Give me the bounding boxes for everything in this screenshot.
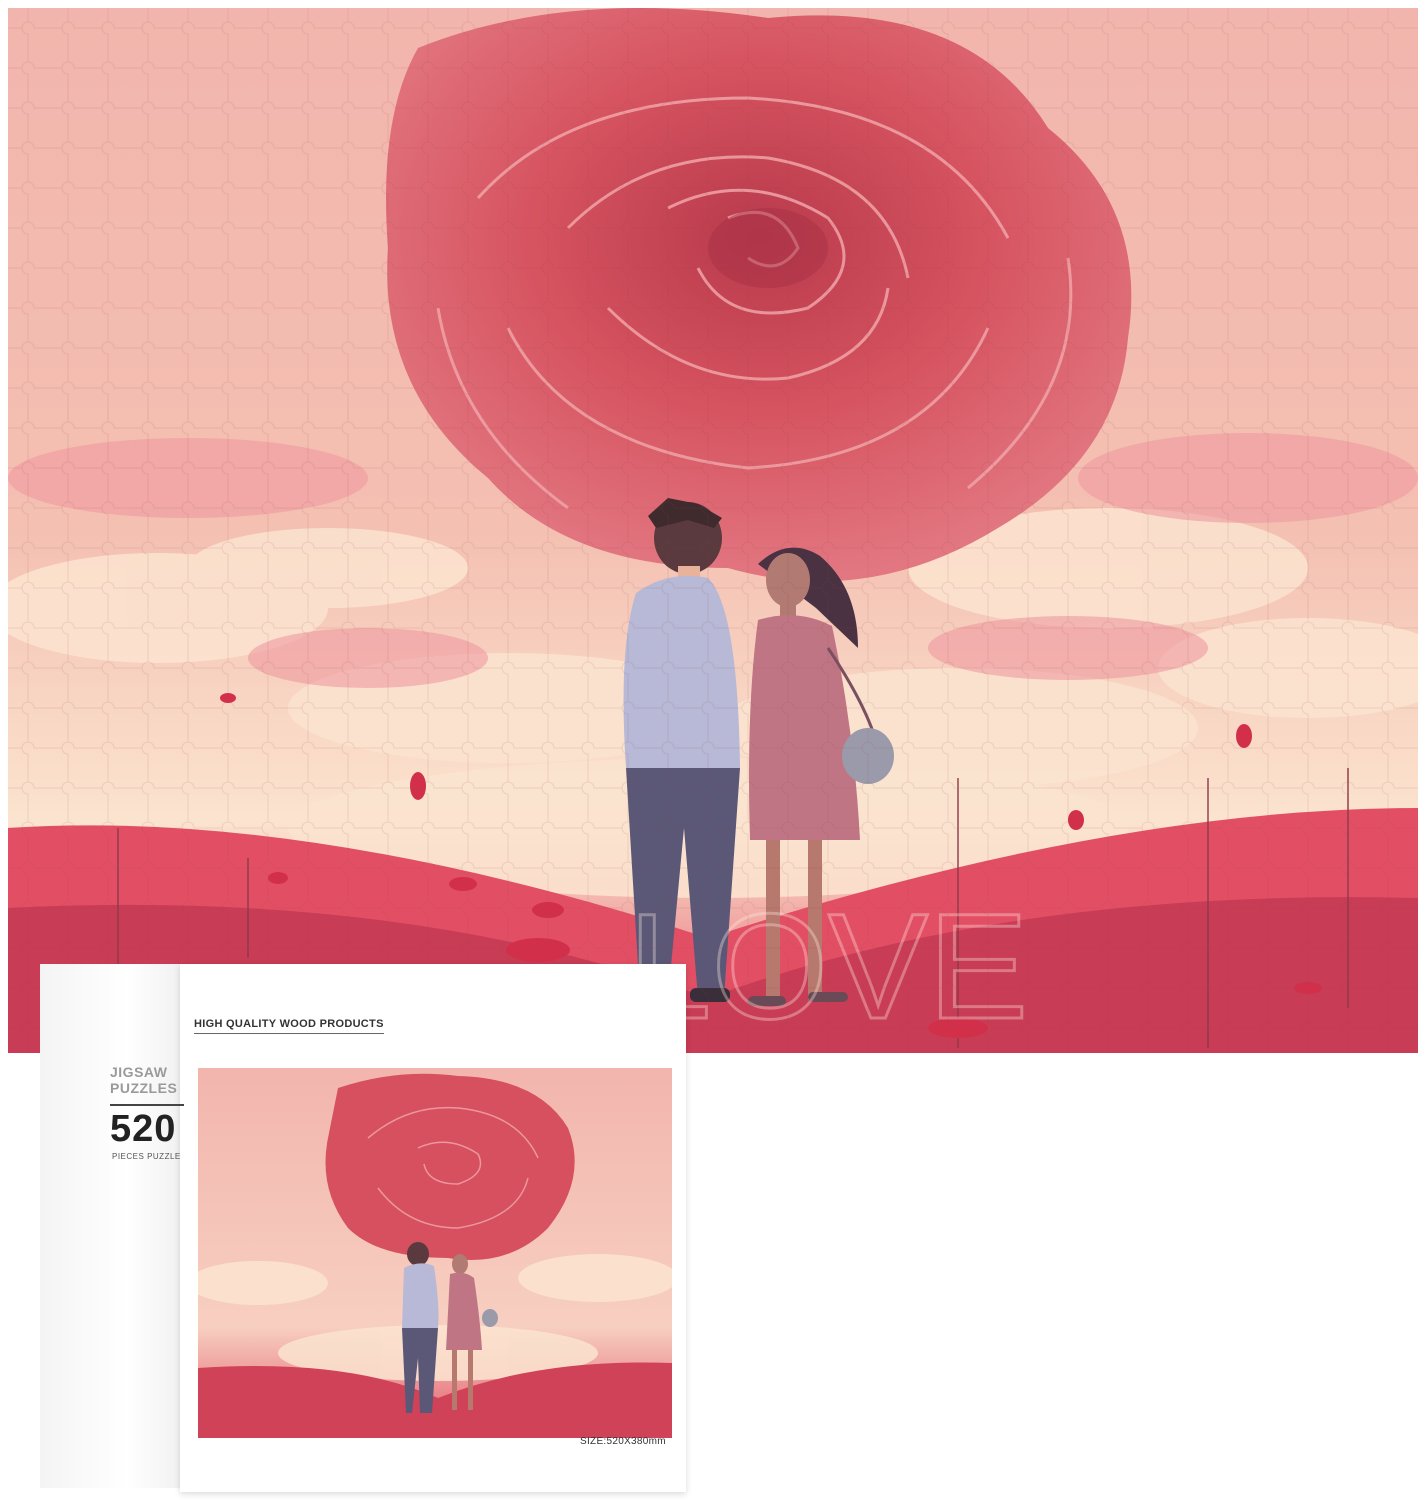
puzzle-box: JIGSAW PUZZLES 520 PIECES PUZZLE HIGH QU… (40, 964, 686, 1500)
puzzle-size-label: SIZE:520X380mm (580, 1436, 666, 1447)
divider (110, 1104, 184, 1106)
puzzle-type-label: JIGSAW PUZZLES (110, 1064, 178, 1096)
piece-count: 520 (110, 1108, 177, 1150)
box-tagline: HIGH QUALITY WOOD PRODUCTS (194, 1018, 384, 1034)
box-side-panel (40, 964, 187, 1488)
box-cover-artwork (198, 1068, 672, 1438)
piece-count-caption: PIECES PUZZLE (112, 1152, 181, 1161)
puzzle-artwork: LOVE (8, 8, 1418, 1053)
